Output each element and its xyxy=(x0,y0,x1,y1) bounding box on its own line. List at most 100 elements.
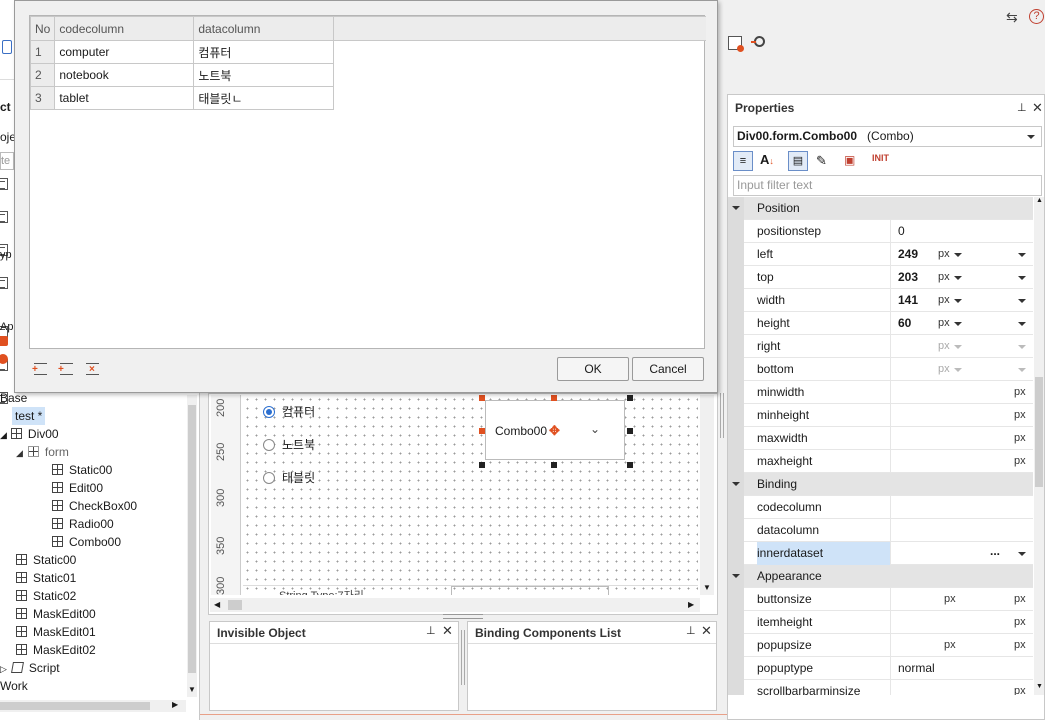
table-cell[interactable]: computer xyxy=(54,40,195,64)
tree-item-maskedit00[interactable]: MaskEdit00 xyxy=(16,605,96,623)
chevron-down-icon[interactable] xyxy=(1018,322,1026,326)
tree-item-edit00[interactable]: Edit00 xyxy=(52,479,103,497)
category-binding[interactable]: Binding xyxy=(728,473,1033,496)
help-icon[interactable]: ? xyxy=(1029,9,1044,24)
table-row[interactable]: 2 notebook 노트북 xyxy=(29,63,707,87)
scrollbar-thumb[interactable] xyxy=(0,702,150,710)
resize-handle[interactable] xyxy=(479,395,485,401)
design-vertical-scrollbar[interactable]: ▼ xyxy=(700,395,714,595)
property-filter-input[interactable]: Input filter text xyxy=(733,175,1042,196)
init-property-icon[interactable]: INIT xyxy=(872,153,889,163)
tree-item-maskedit01[interactable]: MaskEdit01 xyxy=(16,623,96,641)
unit-select[interactable]: px xyxy=(938,289,950,311)
collapse-icon[interactable] xyxy=(728,197,744,220)
splitter-grip[interactable] xyxy=(720,393,724,438)
tree-item-test[interactable]: test * xyxy=(12,407,46,425)
unit-select[interactable]: px xyxy=(938,312,950,334)
table-cell[interactable]: 태블릿ㄴ xyxy=(193,86,335,110)
scroll-down-arrow-icon[interactable]: ▼ xyxy=(188,685,196,694)
scrollbar-thumb[interactable] xyxy=(1035,377,1043,487)
scroll-right-arrow-icon[interactable]: ▶ xyxy=(688,600,694,609)
category-position[interactable]: Position xyxy=(728,197,1033,220)
table-row[interactable]: 1 computer 컴퓨터 xyxy=(29,40,707,64)
tree-item-script[interactable]: ▷ Script xyxy=(0,659,60,677)
properties-scrollbar[interactable]: ▲ ▼ xyxy=(1034,197,1044,695)
property-width[interactable]: width 141 px xyxy=(728,289,1033,312)
filter-input-partial[interactable]: te xyxy=(0,152,14,170)
property-top[interactable]: top 203 px xyxy=(728,266,1033,289)
property-left[interactable]: left 249 px xyxy=(728,243,1033,266)
scroll-up-arrow-icon[interactable]: ▲ xyxy=(1036,197,1043,204)
chevron-down-icon[interactable] xyxy=(954,276,962,280)
property-popuptype[interactable]: popuptype normal xyxy=(728,657,1033,680)
property-minheight[interactable]: minheight px xyxy=(728,404,1033,427)
resize-handle[interactable] xyxy=(627,395,633,401)
tree-item-static02[interactable]: Static02 xyxy=(16,587,76,605)
chevron-down-icon[interactable] xyxy=(954,299,962,303)
property-codecolumn[interactable]: codecolumn xyxy=(728,496,1033,519)
tree-item-work[interactable]: Work xyxy=(0,677,28,695)
tree-vertical-scrollbar[interactable]: ▼ xyxy=(187,395,197,697)
close-icon[interactable]: ✕ xyxy=(1032,100,1043,116)
add-row-icon[interactable]: + xyxy=(32,363,47,375)
scrollbar-thumb[interactable] xyxy=(188,405,196,673)
tree-item-maskedit02[interactable]: MaskEdit02 xyxy=(16,641,96,659)
pin-icon[interactable]: ⊥ xyxy=(686,624,696,637)
property-value[interactable]: 60 xyxy=(898,312,911,334)
property-value[interactable]: 249 xyxy=(898,243,918,265)
maskedit-partial[interactable] xyxy=(451,586,609,595)
chevron-down-icon[interactable] xyxy=(1018,552,1026,556)
chevron-down-icon[interactable]: ⌄ xyxy=(590,422,600,436)
resize-handle[interactable] xyxy=(551,395,557,401)
property-popupsize[interactable]: popupsize px px xyxy=(728,634,1033,657)
property-datacolumn[interactable]: datacolumn xyxy=(728,519,1033,542)
close-icon[interactable]: ✕ xyxy=(442,623,453,639)
table-row[interactable]: 3 tablet 태블릿ㄴ xyxy=(29,86,707,110)
property-value[interactable]: 0 xyxy=(898,220,905,242)
expand-arrow-icon[interactable]: ◢ xyxy=(0,430,7,440)
tree-item-combo00[interactable]: Combo00 xyxy=(52,533,121,551)
collapse-arrow-icon[interactable]: ▷ xyxy=(0,664,7,674)
scroll-left-arrow-icon[interactable]: ◀ xyxy=(214,600,220,609)
collapse-icon[interactable] xyxy=(728,565,744,588)
save-form-icon[interactable] xyxy=(728,36,744,52)
scrollbar-thumb[interactable] xyxy=(228,600,242,610)
resize-handle[interactable] xyxy=(627,428,633,434)
swap-icon[interactable]: ⇆ xyxy=(1006,9,1018,26)
property-itemheight[interactable]: itemheight px xyxy=(728,611,1033,634)
resize-handle[interactable] xyxy=(479,428,485,434)
radio-option-computer[interactable]: 컴퓨터 xyxy=(263,403,315,420)
column-header-codecolumn[interactable]: codecolumn xyxy=(54,16,195,41)
tree-item-radio00[interactable]: Radio00 xyxy=(52,515,114,533)
property-positionstep[interactable]: positionstep 0 xyxy=(728,220,1033,243)
property-value[interactable]: 141 xyxy=(898,289,918,311)
splitter-grip[interactable] xyxy=(443,614,483,619)
table-cell[interactable]: notebook xyxy=(54,63,195,87)
property-maxheight[interactable]: maxheight px xyxy=(728,450,1033,473)
property-height[interactable]: height 60 px xyxy=(728,312,1033,335)
expand-arrow-icon[interactable]: ◢ xyxy=(16,448,23,458)
scroll-down-arrow-icon[interactable]: ▼ xyxy=(1036,683,1043,690)
scroll-down-arrow-icon[interactable]: ▼ xyxy=(703,583,711,592)
chevron-down-icon[interactable] xyxy=(954,253,962,257)
radio-unchecked-icon[interactable] xyxy=(263,472,275,484)
property-bottom[interactable]: bottom px xyxy=(728,358,1033,381)
design-canvas[interactable]: 컴퓨터 노트북 태블릿 Combo00 ✥ ⌄ String Type:7자리 xyxy=(243,395,698,595)
delete-row-icon[interactable]: × xyxy=(86,363,99,375)
tree-item-form[interactable]: ◢ form xyxy=(16,443,69,461)
resize-handle[interactable] xyxy=(479,462,485,468)
property-value[interactable]: 203 xyxy=(898,266,918,288)
design-horizontal-scrollbar[interactable]: ◀ ▶ xyxy=(210,598,700,612)
insert-row-icon[interactable]: + xyxy=(58,363,73,375)
column-header-datacolumn[interactable]: datacolumn xyxy=(193,16,335,41)
tree-item-div00[interactable]: ◢ Div00 xyxy=(0,425,59,443)
dataset-grid[interactable]: No codecolumn datacolumn 1 computer 컴퓨터 … xyxy=(29,15,707,349)
radio-unchecked-icon[interactable] xyxy=(263,439,275,451)
tool-icon[interactable] xyxy=(0,336,8,346)
pin-icon[interactable]: ⊥ xyxy=(426,624,436,637)
tree-item-checkbox00[interactable]: CheckBox00 xyxy=(52,497,137,515)
unit-select[interactable]: px xyxy=(938,243,950,265)
property-innerdataset[interactable]: innerdataset... xyxy=(728,542,1033,565)
cancel-button[interactable]: Cancel xyxy=(632,357,704,381)
component-icon[interactable] xyxy=(0,178,8,190)
